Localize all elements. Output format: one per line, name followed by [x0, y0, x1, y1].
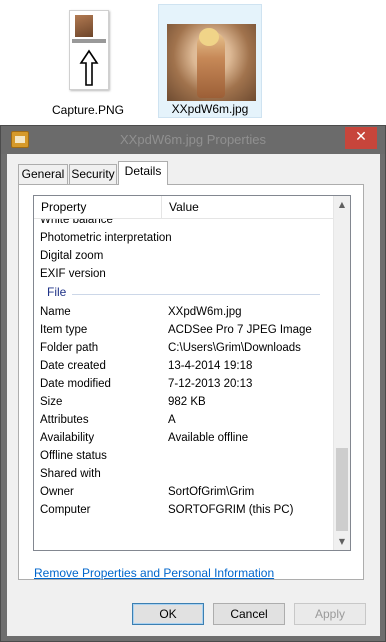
title-bar[interactable]: XXpdW6m.jpg Properties ✕	[1, 126, 385, 154]
property-name: Availability	[40, 432, 95, 444]
property-name: Item type	[40, 324, 88, 336]
list-item[interactable]: White balance	[34, 219, 334, 229]
group-label: File	[47, 285, 71, 299]
list-item[interactable]: Offline status	[34, 447, 334, 465]
list-item[interactable]: Photometric interpretation	[34, 229, 334, 247]
list-rows: White balance Photometric interpretation…	[34, 219, 334, 550]
property-name: Size	[40, 396, 63, 408]
property-name: EXIF version	[40, 268, 106, 280]
mini-photo	[75, 15, 93, 37]
mini-caption	[72, 39, 106, 43]
apply-button[interactable]: Apply	[294, 603, 366, 625]
dialog-body: General Security Details Property Value …	[7, 154, 380, 636]
property-name: Shared with	[40, 468, 101, 480]
property-list[interactable]: Property Value White balance Photometric…	[33, 195, 351, 551]
property-name: Computer	[40, 504, 91, 516]
list-item[interactable]: EXIF version	[34, 265, 334, 283]
property-name: Attributes	[40, 414, 89, 426]
list-item[interactable]: Date modified 7-12-2013 20:13	[34, 375, 334, 393]
property-value: 7-12-2013 20:13	[168, 378, 253, 390]
remove-properties-link[interactable]: Remove Properties and Personal Informati…	[34, 566, 274, 580]
property-value: C:\Users\Grim\Downloads	[168, 342, 301, 354]
tab-details[interactable]: Details	[118, 161, 168, 185]
list-item[interactable]: Folder path C:\Users\Grim\Downloads	[34, 339, 334, 357]
property-value: ACDSee Pro 7 JPEG Image	[168, 324, 312, 336]
desktop-item-label: Capture.PNG	[51, 103, 125, 117]
property-name: Name	[40, 306, 71, 318]
list-item[interactable]: Attributes A	[34, 411, 334, 429]
property-value: 982 KB	[168, 396, 206, 408]
scroll-down-icon[interactable]: ▼	[334, 533, 350, 550]
scroll-up-icon[interactable]: ▲	[334, 196, 350, 213]
desktop-item-capture[interactable]: Capture.PNG	[36, 4, 140, 118]
property-name: Digital zoom	[40, 250, 104, 262]
scrollbar-thumb[interactable]	[336, 448, 348, 531]
property-name: Offline status	[40, 450, 107, 462]
property-name: Owner	[40, 486, 74, 498]
property-name: Photometric interpretation	[40, 232, 172, 244]
close-button[interactable]: ✕	[345, 127, 377, 149]
list-item[interactable]: Date created 13-4-2014 19:18	[34, 357, 334, 375]
desktop-item-label: XXpdW6m.jpg	[171, 102, 249, 116]
list-header: Property Value	[34, 196, 334, 219]
property-name: White balance	[40, 219, 113, 226]
details-panel: Property Value White balance Photometric…	[18, 184, 364, 580]
list-item[interactable]: Shared with	[34, 465, 334, 483]
ok-button[interactable]: OK	[132, 603, 204, 625]
property-value: A	[168, 414, 176, 426]
png-file-icon	[69, 10, 109, 90]
hair-shape	[199, 28, 219, 46]
property-value: 13-4-2014 19:18	[168, 360, 253, 372]
list-item[interactable]: Digital zoom	[34, 247, 334, 265]
column-header-value[interactable]: Value	[162, 196, 334, 218]
property-value: Available offline	[168, 432, 249, 444]
list-item[interactable]: Item type ACDSee Pro 7 JPEG Image	[34, 321, 334, 339]
arrow-up-icon	[79, 49, 99, 86]
group-header-file: File	[34, 283, 334, 303]
property-value: SortOfGrim\Grim	[168, 486, 255, 498]
window-title: XXpdW6m.jpg Properties	[120, 132, 266, 147]
property-name: Date created	[40, 360, 106, 372]
properties-dialog: XXpdW6m.jpg Properties ✕ General Securit…	[0, 125, 386, 642]
cancel-button[interactable]: Cancel	[213, 603, 285, 625]
list-item[interactable]: Computer SORTOFGRIM (this PC)	[34, 501, 334, 519]
tab-general[interactable]: General	[18, 164, 68, 184]
tab-security[interactable]: Security	[69, 164, 117, 184]
list-item[interactable]: Owner SortOfGrim\Grim	[34, 483, 334, 501]
property-value: XXpdW6m.jpg	[168, 306, 242, 318]
vertical-scrollbar[interactable]: ▲ ▼	[333, 196, 350, 550]
property-name: Date modified	[40, 378, 111, 390]
column-header-property[interactable]: Property	[34, 196, 162, 218]
group-divider	[72, 294, 320, 295]
list-item[interactable]: Size 982 KB	[34, 393, 334, 411]
photo-thumbnail	[167, 24, 256, 101]
property-name: Folder path	[40, 342, 99, 354]
desktop-item-photo[interactable]: XXpdW6m.jpg	[158, 4, 262, 118]
property-value: SORTOFGRIM (this PC)	[168, 504, 294, 516]
list-item[interactable]: Availability Available offline	[34, 429, 334, 447]
list-item[interactable]: Name XXpdW6m.jpg	[34, 303, 334, 321]
